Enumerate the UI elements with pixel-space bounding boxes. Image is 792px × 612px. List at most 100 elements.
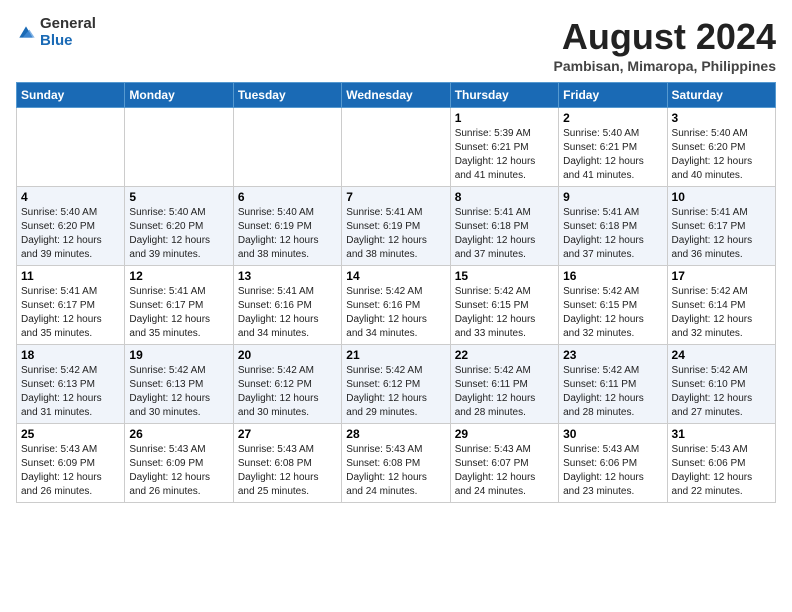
day-info: Sunrise: 5:40 AM Sunset: 6:20 PM Dayligh… <box>129 206 228 262</box>
logo-general-text: General <box>40 16 96 33</box>
day-info: Sunrise: 5:42 AM Sunset: 6:12 PM Dayligh… <box>346 364 445 420</box>
calendar-cell: 16 Sunrise: 5:42 AM Sunset: 6:15 PM Dayli… <box>559 266 667 345</box>
calendar-cell: 5Sunrise: 5:40 AM Sunset: 6:20 PM Daylig… <box>125 187 233 266</box>
calendar-cell: 15 Sunrise: 5:42 AM Sunset: 6:15 PM Dayli… <box>450 266 558 345</box>
calendar-cell: 19 Sunrise: 5:42 AM Sunset: 6:13 PM Dayli… <box>125 345 233 424</box>
calendar-cell: 23 Sunrise: 5:42 AM Sunset: 6:11 PM Dayli… <box>559 345 667 424</box>
day-number: 8 <box>455 190 554 204</box>
logo: General Blue <box>16 16 96 49</box>
calendar-cell: 26 Sunrise: 5:43 AM Sunset: 6:09 PM Dayli… <box>125 424 233 503</box>
day-info: Sunrise: 5:42 AM Sunset: 6:13 PM Dayligh… <box>21 364 120 420</box>
calendar-cell: 3 Sunrise: 5:40 AM Sunset: 6:20 PM Daylig… <box>667 108 775 187</box>
day-number: 20 <box>238 348 337 362</box>
day-number: 15 <box>455 269 554 283</box>
calendar-header-row: SundayMondayTuesdayWednesdayThursdayFrid… <box>17 83 776 108</box>
day-number: 25 <box>21 427 120 441</box>
day-info: Sunrise: 5:41 AM Sunset: 6:17 PM Dayligh… <box>21 285 120 341</box>
day-number: 14 <box>346 269 445 283</box>
day-number: 11 <box>21 269 120 283</box>
calendar-cell: 27Sunrise: 5:43 AM Sunset: 6:08 PM Dayli… <box>233 424 341 503</box>
calendar-week-row: 25 Sunrise: 5:43 AM Sunset: 6:09 PM Dayli… <box>17 424 776 503</box>
day-info: Sunrise: 5:42 AM Sunset: 6:15 PM Dayligh… <box>563 285 662 341</box>
day-info: Sunrise: 5:41 AM Sunset: 6:16 PM Dayligh… <box>238 285 337 341</box>
day-of-week-header: Sunday <box>17 83 125 108</box>
calendar-cell: 4 Sunrise: 5:40 AM Sunset: 6:20 PM Daylig… <box>17 187 125 266</box>
day-number: 31 <box>672 427 771 441</box>
day-info: Sunrise: 5:40 AM Sunset: 6:21 PM Dayligh… <box>563 127 662 183</box>
day-info: Sunrise: 5:40 AM Sunset: 6:20 PM Dayligh… <box>672 127 771 183</box>
day-info: Sunrise: 5:41 AM Sunset: 6:19 PM Dayligh… <box>346 206 445 262</box>
calendar-cell: 8 Sunrise: 5:41 AM Sunset: 6:18 PM Daylig… <box>450 187 558 266</box>
calendar-cell: 24Sunrise: 5:42 AM Sunset: 6:10 PM Dayli… <box>667 345 775 424</box>
calendar-cell: 18 Sunrise: 5:42 AM Sunset: 6:13 PM Dayli… <box>17 345 125 424</box>
calendar-week-row: 18 Sunrise: 5:42 AM Sunset: 6:13 PM Dayli… <box>17 345 776 424</box>
calendar-cell: 30Sunrise: 5:43 AM Sunset: 6:06 PM Dayli… <box>559 424 667 503</box>
logo-icon <box>16 23 36 43</box>
day-info: Sunrise: 5:43 AM Sunset: 6:06 PM Dayligh… <box>672 443 771 499</box>
calendar-cell <box>125 108 233 187</box>
day-number: 27 <box>238 427 337 441</box>
day-number: 22 <box>455 348 554 362</box>
day-info: Sunrise: 5:42 AM Sunset: 6:13 PM Dayligh… <box>129 364 228 420</box>
calendar-cell: 21Sunrise: 5:42 AM Sunset: 6:12 PM Dayli… <box>342 345 450 424</box>
day-info: Sunrise: 5:40 AM Sunset: 6:19 PM Dayligh… <box>238 206 337 262</box>
day-number: 12 <box>129 269 228 283</box>
day-info: Sunrise: 5:42 AM Sunset: 6:14 PM Dayligh… <box>672 285 771 341</box>
calendar-cell: 7 Sunrise: 5:41 AM Sunset: 6:19 PM Daylig… <box>342 187 450 266</box>
calendar-table: SundayMondayTuesdayWednesdayThursdayFrid… <box>16 82 776 503</box>
day-number: 26 <box>129 427 228 441</box>
day-number: 4 <box>21 190 120 204</box>
calendar-location: Pambisan, Mimaropa, Philippines <box>554 58 777 74</box>
calendar-cell: 6 Sunrise: 5:40 AM Sunset: 6:19 PM Daylig… <box>233 187 341 266</box>
calendar-cell <box>233 108 341 187</box>
calendar-cell: 1Sunrise: 5:39 AM Sunset: 6:21 PM Daylig… <box>450 108 558 187</box>
day-number: 6 <box>238 190 337 204</box>
calendar-cell: 17 Sunrise: 5:42 AM Sunset: 6:14 PM Dayli… <box>667 266 775 345</box>
logo-text: General Blue <box>40 16 96 49</box>
calendar-cell: 31 Sunrise: 5:43 AM Sunset: 6:06 PM Dayli… <box>667 424 775 503</box>
day-info: Sunrise: 5:43 AM Sunset: 6:09 PM Dayligh… <box>21 443 120 499</box>
calendar-cell: 2 Sunrise: 5:40 AM Sunset: 6:21 PM Daylig… <box>559 108 667 187</box>
calendar-cell: 12 Sunrise: 5:41 AM Sunset: 6:17 PM Dayli… <box>125 266 233 345</box>
day-of-week-header: Wednesday <box>342 83 450 108</box>
day-of-week-header: Tuesday <box>233 83 341 108</box>
calendar-cell: 14 Sunrise: 5:42 AM Sunset: 6:16 PM Dayli… <box>342 266 450 345</box>
day-info: Sunrise: 5:43 AM Sunset: 6:07 PM Dayligh… <box>455 443 554 499</box>
day-number: 2 <box>563 111 662 125</box>
day-number: 28 <box>346 427 445 441</box>
calendar-week-row: 4 Sunrise: 5:40 AM Sunset: 6:20 PM Daylig… <box>17 187 776 266</box>
day-info: Sunrise: 5:42 AM Sunset: 6:16 PM Dayligh… <box>346 285 445 341</box>
calendar-cell: 13 Sunrise: 5:41 AM Sunset: 6:16 PM Dayli… <box>233 266 341 345</box>
day-of-week-header: Friday <box>559 83 667 108</box>
day-number: 7 <box>346 190 445 204</box>
day-of-week-header: Monday <box>125 83 233 108</box>
title-area: August 2024 Pambisan, Mimaropa, Philippi… <box>554 16 777 74</box>
day-info: Sunrise: 5:42 AM Sunset: 6:10 PM Dayligh… <box>672 364 771 420</box>
day-info: Sunrise: 5:42 AM Sunset: 6:12 PM Dayligh… <box>238 364 337 420</box>
day-number: 3 <box>672 111 771 125</box>
calendar-cell <box>17 108 125 187</box>
day-number: 16 <box>563 269 662 283</box>
day-info: Sunrise: 5:41 AM Sunset: 6:18 PM Dayligh… <box>455 206 554 262</box>
day-number: 30 <box>563 427 662 441</box>
day-info: Sunrise: 5:42 AM Sunset: 6:15 PM Dayligh… <box>455 285 554 341</box>
day-number: 18 <box>21 348 120 362</box>
day-number: 29 <box>455 427 554 441</box>
day-number: 13 <box>238 269 337 283</box>
calendar-title: August 2024 <box>554 16 777 58</box>
day-number: 9 <box>563 190 662 204</box>
day-number: 19 <box>129 348 228 362</box>
calendar-week-row: 11 Sunrise: 5:41 AM Sunset: 6:17 PM Dayli… <box>17 266 776 345</box>
calendar-cell: 9Sunrise: 5:41 AM Sunset: 6:18 PM Daylig… <box>559 187 667 266</box>
day-info: Sunrise: 5:43 AM Sunset: 6:09 PM Dayligh… <box>129 443 228 499</box>
day-number: 23 <box>563 348 662 362</box>
day-info: Sunrise: 5:41 AM Sunset: 6:17 PM Dayligh… <box>129 285 228 341</box>
day-number: 1 <box>455 111 554 125</box>
day-info: Sunrise: 5:42 AM Sunset: 6:11 PM Dayligh… <box>563 364 662 420</box>
calendar-cell <box>342 108 450 187</box>
calendar-cell: 10Sunrise: 5:41 AM Sunset: 6:17 PM Dayli… <box>667 187 775 266</box>
day-number: 17 <box>672 269 771 283</box>
calendar-cell: 11 Sunrise: 5:41 AM Sunset: 6:17 PM Dayli… <box>17 266 125 345</box>
day-info: Sunrise: 5:40 AM Sunset: 6:20 PM Dayligh… <box>21 206 120 262</box>
day-number: 10 <box>672 190 771 204</box>
